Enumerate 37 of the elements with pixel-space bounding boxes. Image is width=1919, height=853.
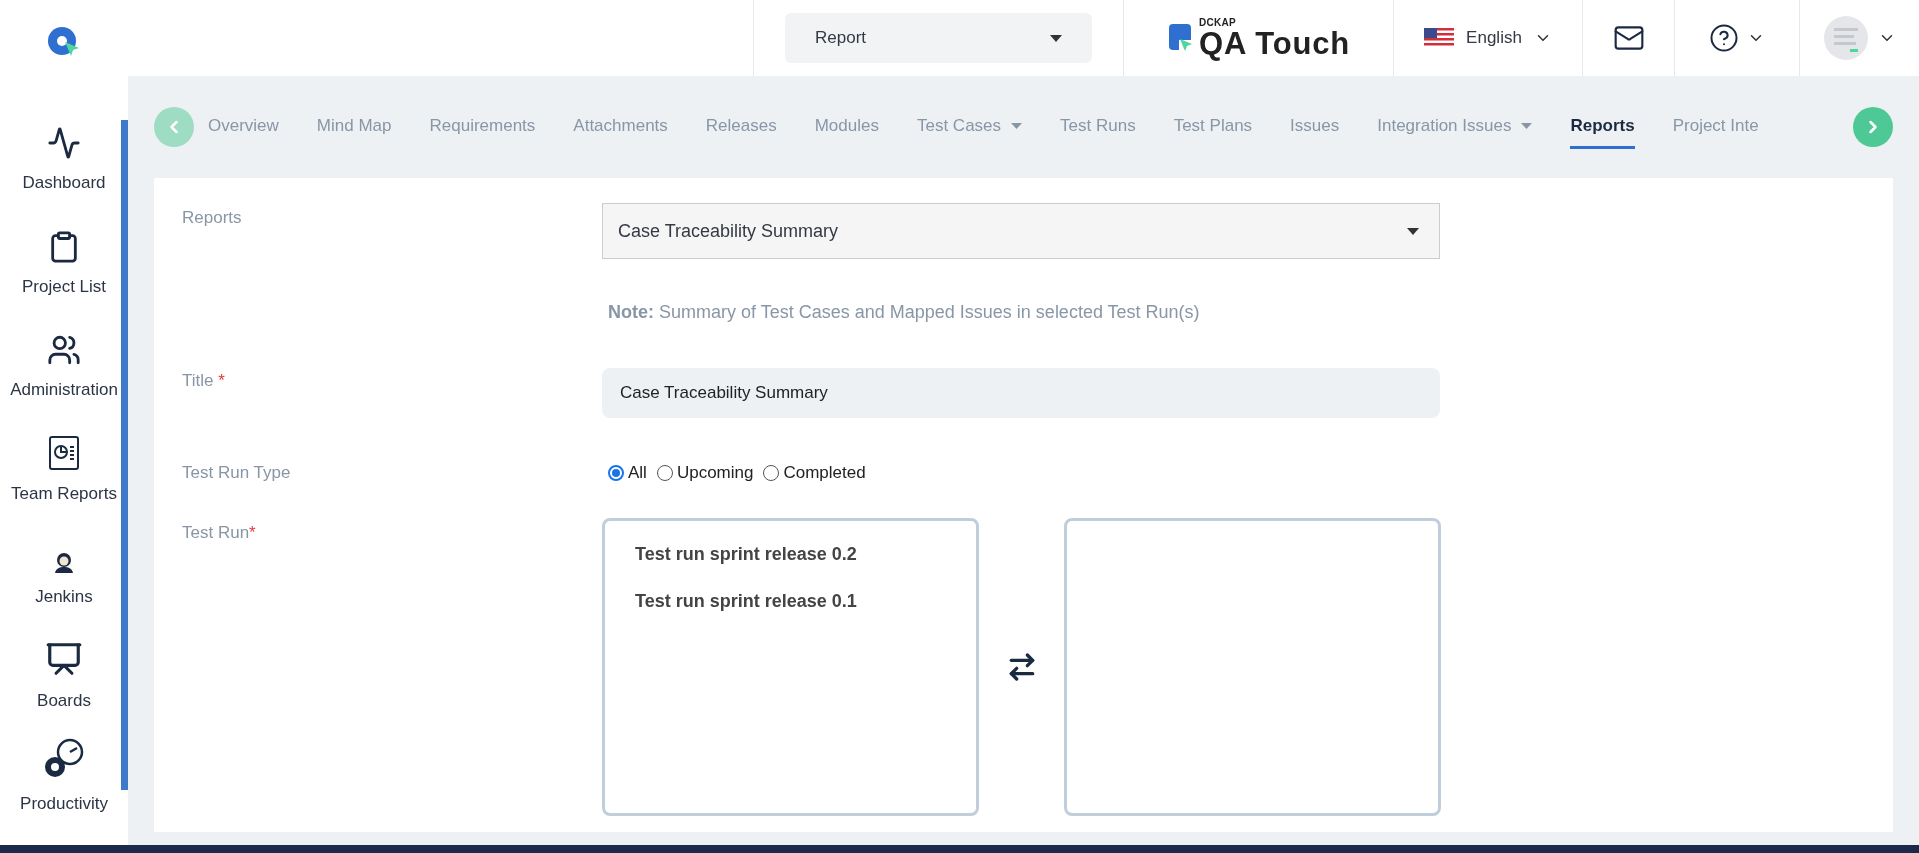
report-type-select[interactable]: Case Traceability Summary xyxy=(602,203,1440,259)
radio-option[interactable]: All xyxy=(608,460,647,486)
person-icon xyxy=(52,550,76,574)
scroll-right-button[interactable] xyxy=(1853,107,1893,147)
sidebar-item[interactable]: Project List xyxy=(21,219,107,299)
brand-logo: DCKAP QA Touch xyxy=(1167,17,1350,59)
title-input[interactable]: Case Traceability Summary xyxy=(602,368,1440,418)
language-select[interactable]: English xyxy=(1393,0,1582,76)
help-icon xyxy=(1709,23,1739,53)
list-option[interactable]: Test run sprint release 0.1 xyxy=(635,587,946,615)
sidebar-item[interactable]: Team Reports xyxy=(11,426,117,506)
sidebar-item[interactable]: Dashboard xyxy=(22,116,106,196)
field-label: Reports xyxy=(182,207,243,229)
note-text: Note: Summary of Test Cases and Mapped Issues in selected Test Run(s) xyxy=(608,301,1200,324)
project-select[interactable]: Report xyxy=(785,13,1092,63)
scroll-left-button[interactable] xyxy=(154,107,194,147)
users-icon xyxy=(47,333,81,367)
sidebar-item[interactable]: Administration xyxy=(10,323,118,403)
sidebar-item[interactable]: Boards xyxy=(37,633,91,713)
list-option[interactable]: Test run sprint release 0.2 xyxy=(635,540,946,568)
sidebar-item[interactable]: Jenkins xyxy=(35,530,93,610)
caret-icon xyxy=(1050,34,1062,42)
field-label: Test Run Type xyxy=(182,462,292,484)
tab[interactable]: Reports xyxy=(1570,105,1635,149)
sidebar-item[interactable]: Productivity xyxy=(20,737,108,817)
activity-icon xyxy=(47,126,81,160)
avatar xyxy=(1823,16,1868,60)
field-label: Title * xyxy=(182,370,226,392)
scrollbar[interactable] xyxy=(121,120,128,790)
report-chart-icon xyxy=(48,434,80,471)
caret-icon xyxy=(1011,122,1023,129)
radio-option[interactable]: Completed xyxy=(763,460,866,486)
caret-icon xyxy=(1407,227,1419,235)
flag-icon xyxy=(1424,28,1455,48)
caret-icon xyxy=(1521,122,1533,129)
field-label: Test Run* xyxy=(182,521,257,544)
radio-option[interactable]: Upcoming xyxy=(656,460,754,486)
